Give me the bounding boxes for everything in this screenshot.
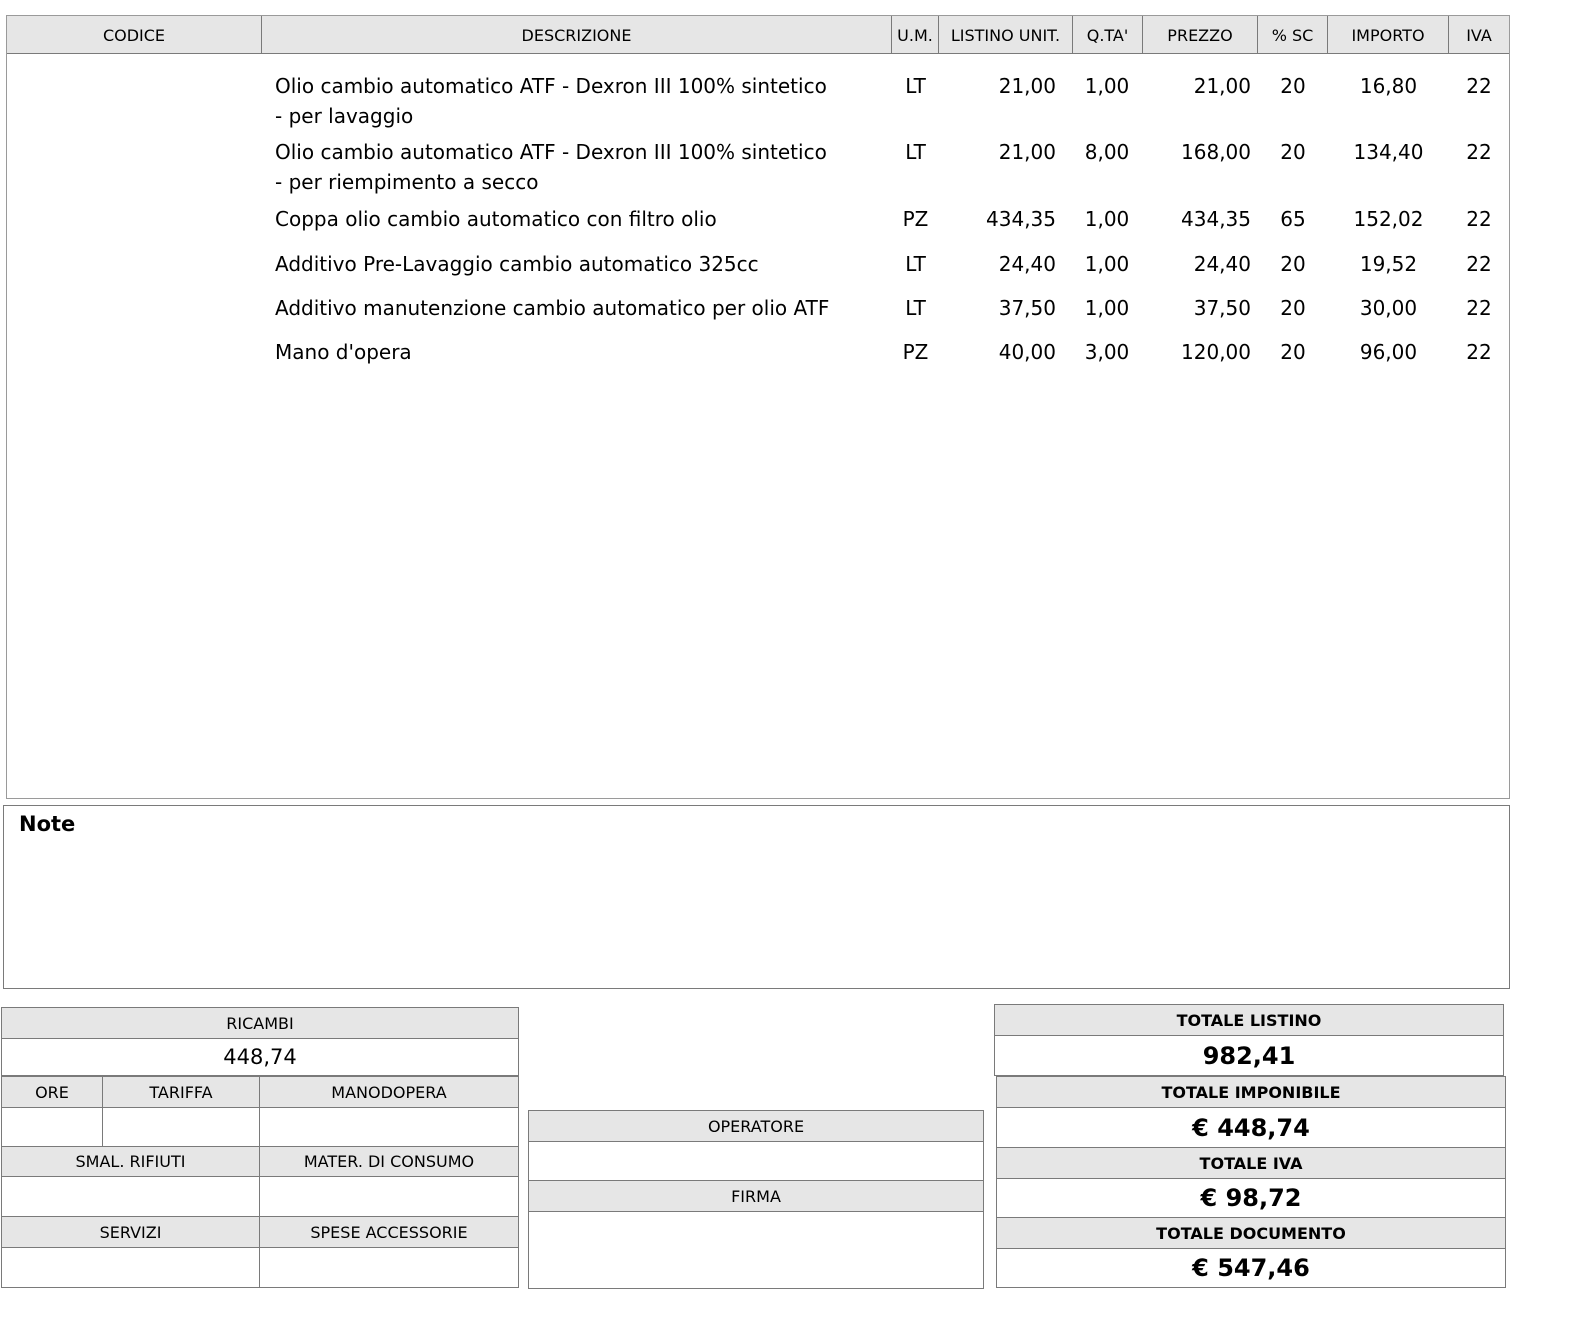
operatore-label: OPERATORE <box>528 1110 984 1142</box>
col-header-importo: IMPORTO <box>1328 16 1449 54</box>
table-row: Olio cambio automatico ATF - Dexron III … <box>7 71 1509 133</box>
row-qta: 1,00 <box>1084 207 1130 231</box>
totale-imponibile-label: TOTALE IMPONIBILE <box>996 1076 1506 1108</box>
notes-label: Note <box>19 812 76 836</box>
row-qta: 3,00 <box>1084 340 1130 364</box>
row-descrizione: Olio cambio automatico ATF - Dexron III … <box>275 74 827 128</box>
row-sc: 65 <box>1280 207 1306 231</box>
row-listino: 40,00 <box>998 340 1056 364</box>
row-iva: 22 <box>1466 74 1492 98</box>
totale-iva-label: TOTALE IVA <box>996 1147 1506 1179</box>
firma-label: FIRMA <box>528 1180 984 1212</box>
row-prezzo: 434,35 <box>1181 207 1251 231</box>
totale-listino-value: 982,41 <box>994 1035 1504 1076</box>
row-sc: 20 <box>1280 140 1306 164</box>
totale-iva-value: € 98,72 <box>996 1178 1506 1218</box>
manodopera-field[interactable] <box>259 1107 519 1147</box>
table-row: Additivo Pre-Lavaggio cambio automatico … <box>7 249 1509 281</box>
ricambi-value: 448,74 <box>1 1038 519 1076</box>
row-listino: 37,50 <box>998 296 1056 320</box>
row-iva: 22 <box>1466 296 1492 320</box>
mater-consumo-field[interactable] <box>259 1176 519 1217</box>
totale-documento-label: TOTALE DOCUMENTO <box>996 1217 1506 1249</box>
row-um: LT <box>905 74 926 98</box>
manodopera-label: MANODOPERA <box>259 1076 519 1108</box>
totale-documento-value: € 547,46 <box>996 1248 1506 1288</box>
notes-box[interactable]: Note <box>3 805 1510 989</box>
operatore-field[interactable] <box>528 1141 984 1181</box>
ore-field[interactable] <box>1 1107 103 1147</box>
row-descrizione: Mano d'opera <box>275 340 412 364</box>
spese-accessorie-field[interactable] <box>259 1247 519 1288</box>
row-descrizione: Olio cambio automatico ATF - Dexron III … <box>275 140 827 194</box>
row-importo: 30,00 <box>1359 296 1418 320</box>
row-um: PZ <box>902 340 929 364</box>
ricambi-label: RICAMBI <box>1 1007 519 1039</box>
mater-consumo-label: MATER. DI CONSUMO <box>259 1146 519 1177</box>
table-row: Mano d'opera PZ 40,00 3,00 120,00 20 96,… <box>7 337 1509 369</box>
col-header-codice: CODICE <box>7 16 262 54</box>
table-row: Coppa olio cambio automatico con filtro … <box>7 204 1509 236</box>
tariffa-label: TARIFFA <box>102 1076 260 1108</box>
row-qta: 1,00 <box>1084 74 1130 98</box>
tariffa-field[interactable] <box>102 1107 260 1147</box>
row-sc: 20 <box>1280 296 1306 320</box>
firma-field[interactable] <box>528 1211 984 1289</box>
smal-rifiuti-label: SMAL. RIFIUTI <box>1 1146 260 1177</box>
spese-accessorie-label: SPESE ACCESSORIE <box>259 1216 519 1248</box>
row-prezzo: 24,40 <box>1193 252 1251 276</box>
row-prezzo: 21,00 <box>1193 74 1251 98</box>
row-um: LT <box>905 140 926 164</box>
row-listino: 21,00 <box>998 74 1056 98</box>
row-descrizione: Coppa olio cambio automatico con filtro … <box>275 207 717 231</box>
smal-rifiuti-field[interactable] <box>1 1176 260 1217</box>
row-um: LT <box>905 252 926 276</box>
row-importo: 152,02 <box>1353 207 1424 231</box>
items-table: CODICE DESCRIZIONE U.M. LISTINO UNIT. Q.… <box>6 15 1510 799</box>
row-um: LT <box>905 296 926 320</box>
col-header-sc: % SC <box>1258 16 1328 54</box>
col-header-prezzo: PREZZO <box>1143 16 1258 54</box>
row-qta: 1,00 <box>1084 252 1130 276</box>
row-iva: 22 <box>1466 207 1492 231</box>
ore-label: ORE <box>1 1076 103 1108</box>
row-importo: 134,40 <box>1353 140 1424 164</box>
row-listino: 24,40 <box>998 252 1056 276</box>
row-descrizione: Additivo manutenzione cambio automatico … <box>275 296 830 320</box>
row-iva: 22 <box>1466 140 1492 164</box>
row-qta: 1,00 <box>1084 296 1130 320</box>
table-header: CODICE DESCRIZIONE U.M. LISTINO UNIT. Q.… <box>7 16 1509 54</box>
row-listino: 21,00 <box>998 140 1056 164</box>
col-header-um: U.M. <box>892 16 939 54</box>
servizi-field[interactable] <box>1 1247 260 1288</box>
row-qta: 8,00 <box>1084 140 1130 164</box>
row-iva: 22 <box>1466 340 1492 364</box>
col-header-listino: LISTINO UNIT. <box>939 16 1073 54</box>
row-importo: 19,52 <box>1359 252 1418 276</box>
totale-imponibile-value: € 448,74 <box>996 1107 1506 1148</box>
row-prezzo: 168,00 <box>1181 140 1251 164</box>
row-listino: 434,35 <box>986 207 1056 231</box>
row-sc: 20 <box>1280 74 1306 98</box>
table-row: Additivo manutenzione cambio automatico … <box>7 293 1509 325</box>
col-header-iva: IVA <box>1466 25 1492 45</box>
table-row: Olio cambio automatico ATF - Dexron III … <box>7 137 1509 199</box>
totale-listino-label: TOTALE LISTINO <box>994 1004 1504 1036</box>
row-sc: 20 <box>1280 252 1306 276</box>
row-iva: 22 <box>1466 252 1492 276</box>
row-descrizione: Additivo Pre-Lavaggio cambio automatico … <box>275 252 759 276</box>
col-header-descrizione: DESCRIZIONE <box>262 16 892 54</box>
row-importo: 96,00 <box>1359 340 1418 364</box>
servizi-label: SERVIZI <box>1 1216 260 1248</box>
row-prezzo: 37,50 <box>1193 296 1251 320</box>
row-sc: 20 <box>1280 340 1306 364</box>
col-header-qta: Q.TA' <box>1073 16 1143 54</box>
row-prezzo: 120,00 <box>1181 340 1251 364</box>
row-importo: 16,80 <box>1359 74 1418 98</box>
row-um: PZ <box>902 207 929 231</box>
